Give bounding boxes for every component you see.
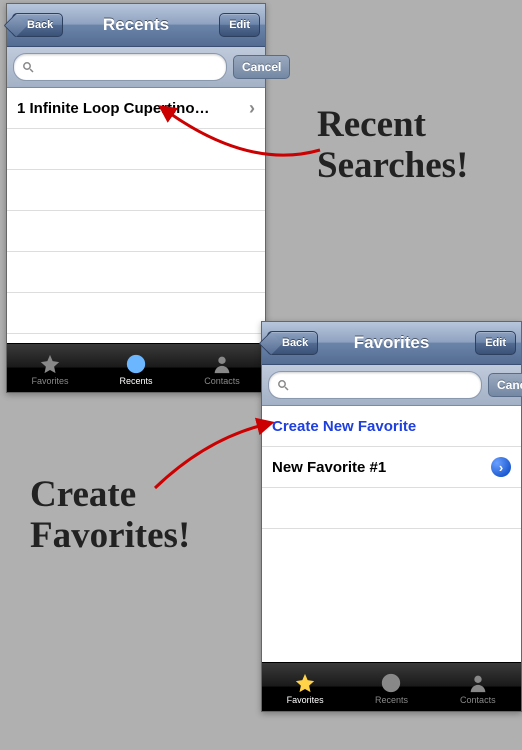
empty-row bbox=[7, 170, 265, 211]
callout-create-favorites: Create Favorites! bbox=[30, 475, 190, 556]
contact-icon bbox=[210, 353, 234, 375]
search-input[interactable] bbox=[268, 371, 482, 399]
recents-screen: Back Recents Edit Cancel 1 Infinite Loop… bbox=[6, 3, 266, 393]
clock-icon bbox=[124, 353, 148, 375]
empty-row bbox=[7, 211, 265, 252]
disclosure-icon[interactable]: › bbox=[491, 457, 511, 477]
search-icon bbox=[277, 379, 289, 391]
list: 1 Infinite Loop Cupertino… › bbox=[7, 88, 265, 343]
tab-label: Contacts bbox=[204, 376, 240, 386]
navbar: Back Favorites Edit bbox=[262, 322, 521, 365]
tab-favorites[interactable]: Favorites bbox=[262, 663, 348, 711]
cancel-button[interactable]: Cancel bbox=[488, 373, 522, 397]
tab-label: Favorites bbox=[31, 376, 68, 386]
tab-recents[interactable]: Recents bbox=[93, 344, 179, 392]
edit-button[interactable]: Edit bbox=[475, 331, 516, 355]
search-input[interactable] bbox=[13, 53, 227, 81]
empty-row bbox=[7, 252, 265, 293]
search-icon bbox=[22, 61, 34, 73]
navbar: Back Recents Edit bbox=[7, 4, 265, 47]
chevron-right-icon: › bbox=[249, 98, 255, 119]
empty-row bbox=[7, 293, 265, 334]
empty-row bbox=[262, 488, 521, 529]
tab-label: Recents bbox=[119, 376, 152, 386]
tab-contacts[interactable]: Contacts bbox=[435, 663, 521, 711]
tab-label: Contacts bbox=[460, 695, 496, 705]
tab-label: Recents bbox=[375, 695, 408, 705]
search-bar: Cancel bbox=[262, 365, 521, 406]
search-bar: Cancel bbox=[7, 47, 265, 88]
favorites-screen: Back Favorites Edit Cancel Create New Fa… bbox=[261, 321, 522, 712]
tab-favorites[interactable]: Favorites bbox=[7, 344, 93, 392]
back-button[interactable]: Back bbox=[12, 13, 63, 37]
list: Create New Favorite New Favorite #1 › bbox=[262, 406, 521, 662]
cancel-button[interactable]: Cancel bbox=[233, 55, 290, 79]
contact-icon bbox=[466, 672, 490, 694]
star-icon bbox=[38, 353, 62, 375]
tab-label: Favorites bbox=[287, 695, 324, 705]
favorite-row[interactable]: New Favorite #1 › bbox=[262, 447, 521, 488]
callout-recent-searches: Recent Searches! bbox=[317, 105, 468, 186]
search-field[interactable] bbox=[293, 377, 473, 394]
tab-bar: Favorites Recents Contacts bbox=[262, 662, 521, 711]
empty-row bbox=[7, 129, 265, 170]
search-field[interactable] bbox=[38, 59, 218, 76]
row-text: New Favorite #1 bbox=[272, 459, 386, 476]
recent-search-row[interactable]: 1 Infinite Loop Cupertino… › bbox=[7, 88, 265, 129]
empty-row bbox=[262, 529, 521, 569]
back-button[interactable]: Back bbox=[267, 331, 318, 355]
star-icon bbox=[293, 672, 317, 694]
tab-contacts[interactable]: Contacts bbox=[179, 344, 265, 392]
tab-recents[interactable]: Recents bbox=[348, 663, 434, 711]
tab-bar: Favorites Recents Contacts bbox=[7, 343, 265, 392]
create-new-favorite-row[interactable]: Create New Favorite bbox=[262, 406, 521, 447]
row-text: Create New Favorite bbox=[272, 418, 416, 435]
row-text: 1 Infinite Loop Cupertino… bbox=[17, 100, 209, 117]
clock-icon bbox=[379, 672, 403, 694]
edit-button[interactable]: Edit bbox=[219, 13, 260, 37]
